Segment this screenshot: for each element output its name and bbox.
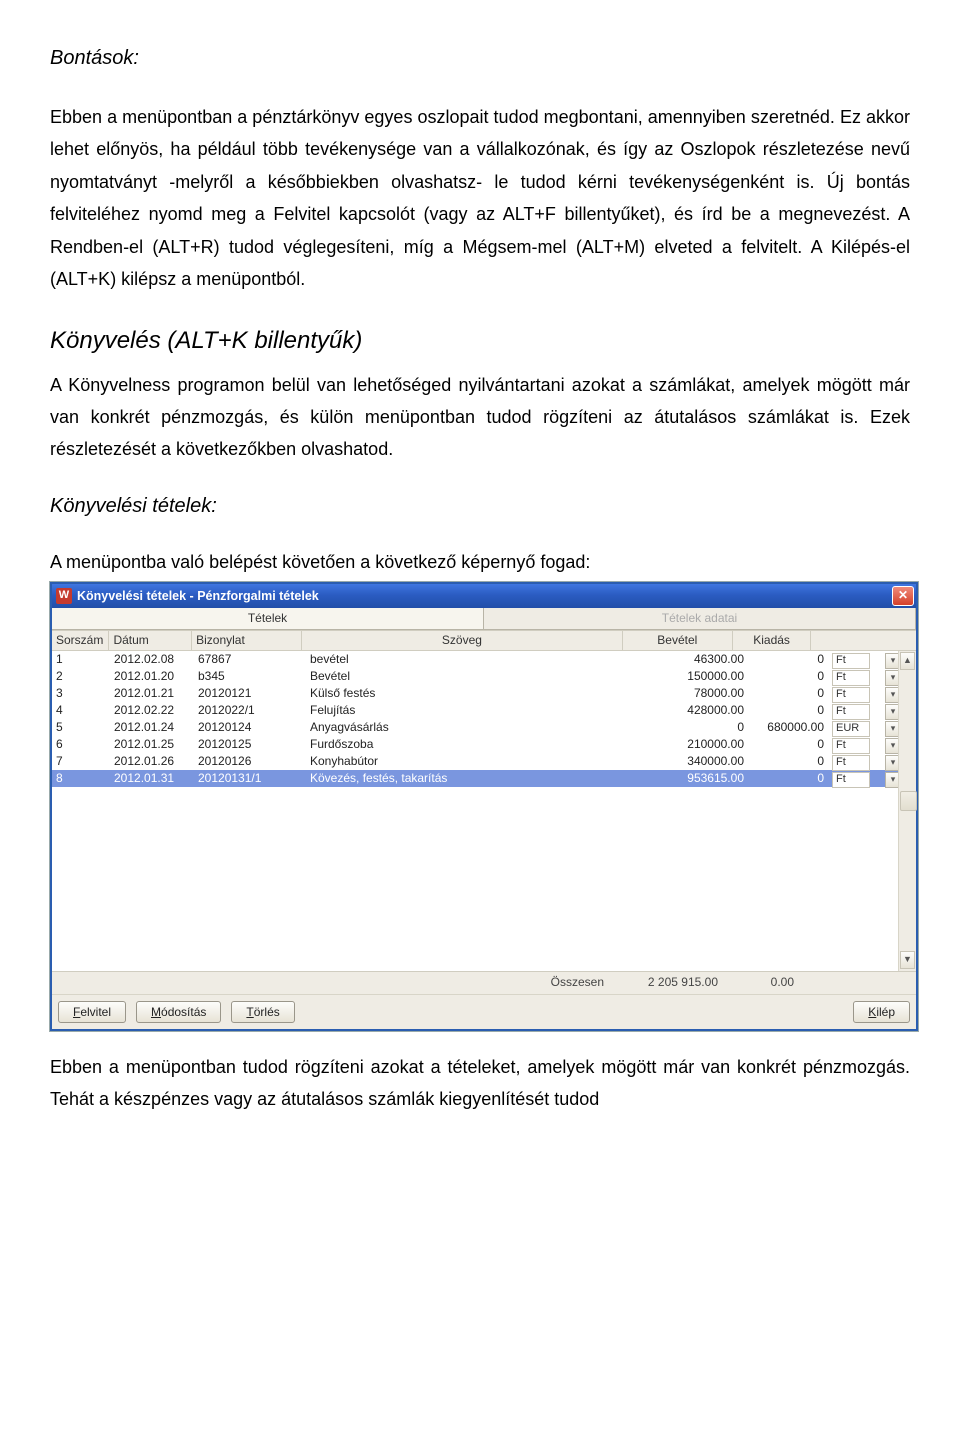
torles-button[interactable]: Törlés xyxy=(231,1001,294,1023)
paragraph-konyveles: A Könyvelness programon belül van lehető… xyxy=(50,369,910,466)
window-title: Könyvelési tételek - Pénzforgalmi tétele… xyxy=(77,585,319,608)
summary-row: Összesen 2 205 915.00 0.00 xyxy=(52,971,916,994)
grid-body: 12012.02.0867867bevétel46300.000Ft▾22012… xyxy=(52,651,916,971)
tab-tetelek-adatai[interactable]: Tételek adatai xyxy=(484,608,916,630)
titlebar[interactable]: W Könyvelési tételek - Pénzforgalmi téte… xyxy=(52,584,916,608)
modositas-button[interactable]: Módosítás xyxy=(136,1001,221,1023)
summary-bevetel: 2 205 915.00 xyxy=(614,972,722,994)
vertical-scrollbar[interactable]: ▲ ▼ xyxy=(898,651,916,971)
scroll-down-icon[interactable]: ▼ xyxy=(900,951,915,969)
summary-kiadas: 0.00 xyxy=(722,972,798,994)
heading-bontasok: Bontások: xyxy=(50,40,910,76)
kilep-button[interactable]: Kilép xyxy=(853,1001,910,1023)
close-icon[interactable]: ✕ xyxy=(892,586,914,606)
tab-strip: Tételek Tételek adatai xyxy=(52,608,916,630)
app-window: W Könyvelési tételek - Pénzforgalmi téte… xyxy=(50,582,918,1031)
app-icon: W xyxy=(56,588,72,604)
felvitel-button[interactable]: Felvitel xyxy=(58,1001,126,1023)
heading-konyvelesi-tetelek: Könyvelési tételek: xyxy=(50,488,910,524)
screenshot-caption: A menüpontba való belépést követően a kö… xyxy=(50,546,910,578)
scroll-thumb[interactable] xyxy=(900,791,917,811)
currency-select[interactable]: Ft xyxy=(832,772,870,788)
paragraph-bontasok: Ebben a menüpontban a pénztárkönyv egyes… xyxy=(50,101,910,295)
summary-label: Összesen xyxy=(282,972,614,994)
table-row[interactable]: 82012.01.3120120131/1Kövezés, festés, ta… xyxy=(52,770,916,787)
button-bar: Felvitel Módosítás Törlés Kilép xyxy=(52,994,916,1029)
paragraph-after-window: Ebben a menüpontban tudod rögzíteni azok… xyxy=(50,1051,910,1116)
heading-konyveles: Könyvelés (ALT+K billentyűk) xyxy=(50,319,910,362)
tab-tetelek[interactable]: Tételek xyxy=(52,608,484,630)
scroll-up-icon[interactable]: ▲ xyxy=(900,652,915,670)
